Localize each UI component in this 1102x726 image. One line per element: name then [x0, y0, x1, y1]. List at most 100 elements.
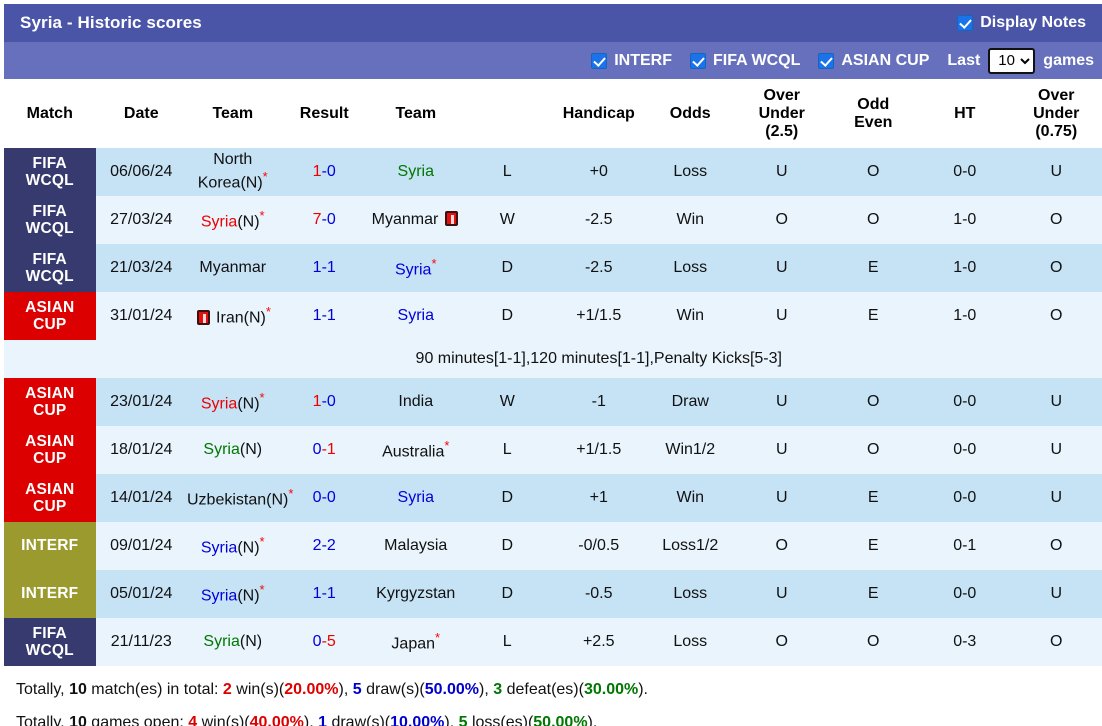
away-team-cell[interactable]: Syria	[370, 148, 462, 196]
home-team-cell[interactable]: Syria(N)*	[187, 196, 279, 244]
table-row[interactable]: INTERF 09/01/24 Syria(N)* 2-2 Malaysia D -0/0.…	[4, 522, 1102, 570]
match-date: 21/11/23	[95, 618, 187, 666]
handicap-value: +0	[553, 148, 645, 196]
away-team-cell[interactable]: India	[370, 378, 462, 426]
result-score[interactable]: 1-1	[278, 244, 370, 292]
interf-checkbox[interactable]	[591, 52, 608, 69]
away-team-cell[interactable]: Australia*	[370, 426, 462, 474]
team-name: Syria	[203, 633, 240, 650]
match-competition-cell[interactable]: ASIAN CUP	[4, 474, 96, 522]
odds-result: Loss	[644, 244, 736, 292]
match-competition-cell[interactable]: FIFA WCQL	[4, 148, 96, 196]
table-row[interactable]: ASIAN CUP 23/01/24 Syria(N)* 1-0 India W -1 Draw…	[4, 378, 1102, 426]
table-row[interactable]: FIFA WCQL 21/11/23 Syria(N) 0-5 Japan* L +2.5 Lo…	[4, 618, 1102, 666]
games-count-select[interactable]: 510152030	[988, 47, 1036, 74]
away-team-cell[interactable]: Myanmar	[370, 196, 462, 244]
team-name: Syria	[200, 213, 238, 231]
home-team-cell[interactable]: Syria(N)*	[187, 570, 279, 618]
home-team-cell[interactable]: Syria(N)*	[187, 522, 279, 570]
home-team-cell[interactable]: Syria(N)	[187, 426, 279, 474]
away-team-cell[interactable]: Kyrgyzstan	[370, 570, 462, 618]
half-time-score: 0-0	[919, 570, 1011, 618]
filter-fifa-wcql[interactable]: FIFA WCQL	[689, 52, 800, 70]
s2-win: 4	[188, 713, 198, 726]
s2-win-pct: 40.00%	[249, 713, 304, 726]
away-team-cell[interactable]: Malaysia	[370, 522, 462, 570]
result-score[interactable]: 0-5	[278, 618, 370, 666]
summary-section: Totally, 10 match(es) in total: 2 win(s)…	[4, 666, 1102, 726]
display-notes-control[interactable]: Display Notes	[957, 14, 1092, 32]
home-team-cell[interactable]: Uzbekistan(N)*	[187, 474, 293, 522]
col-team-home: Team	[187, 80, 279, 148]
match-competition-cell[interactable]: INTERF	[4, 570, 96, 618]
odds-result: Loss	[644, 570, 736, 618]
result-score[interactable]: 1-0	[278, 378, 370, 426]
team-name: Myanmar	[371, 211, 439, 228]
interf-label: INTERF	[614, 51, 672, 69]
last-label: Last	[947, 51, 981, 69]
match-competition-cell[interactable]: FIFA WCQL	[4, 244, 96, 292]
fifa-wcql-checkbox[interactable]	[689, 52, 706, 69]
home-team-cell[interactable]: North Korea(N)*	[187, 148, 279, 196]
result-score[interactable]: 1-0	[278, 148, 370, 196]
result-score[interactable]: 1-1	[278, 570, 370, 618]
over-under-25-value: U	[736, 292, 828, 340]
win-draw-loss: D	[461, 570, 553, 618]
half-time-score: 1-0	[919, 244, 1011, 292]
result-score[interactable]: 1-1	[278, 292, 370, 340]
match-competition-cell[interactable]: INTERF	[4, 522, 96, 570]
table-row[interactable]: INTERF 05/01/24 Syria(N)* 1-1 Kyrgyzstan D -0.…	[4, 570, 1102, 618]
ou25-line3: (2.5)	[765, 122, 799, 140]
competition-line-1: ASIAN	[25, 384, 75, 402]
result-score[interactable]: 0-1	[278, 426, 370, 474]
table-row[interactable]: ASIAN CUP 31/01/24 Iran(N)* 1-1 Syria D +1/1.5…	[4, 292, 1102, 340]
s1-t1: Totally,	[16, 681, 70, 698]
display-notes-checkbox[interactable]	[957, 15, 974, 31]
page-title: Syria - Historic scores	[20, 13, 202, 32]
s2-t5: draw(s)(	[327, 713, 391, 726]
away-team-cell[interactable]: Syria	[370, 292, 462, 340]
team-star-marker: *	[259, 390, 265, 406]
team-name: Syria	[200, 539, 238, 557]
match-competition-cell[interactable]: FIFA WCQL	[4, 618, 96, 666]
score-home: 0	[312, 441, 322, 458]
asian-cup-checkbox[interactable]	[818, 52, 835, 69]
away-team-cell[interactable]: Japan*	[370, 618, 462, 666]
table-row[interactable]: ASIAN CUP 14/01/24 Uzbekistan(N)* 0-0 Syria D +…	[4, 474, 1102, 522]
s2-t8: ).	[587, 713, 598, 726]
score-home: 2	[312, 537, 322, 554]
note-spacer	[4, 340, 96, 378]
table-row[interactable]: FIFA WCQL 27/03/24 Syria(N)* 7-0 Myanmar W -2.…	[4, 196, 1102, 244]
match-competition-cell[interactable]: ASIAN CUP	[4, 378, 96, 426]
competition-line-2: WCQL	[25, 642, 74, 659]
s1-win-pct: 20.00%	[284, 681, 339, 698]
away-team-cell[interactable]: Syria*	[370, 244, 462, 292]
match-note-row: 90 minutes[1-1],120 minutes[1-1],Penalty…	[4, 340, 1102, 378]
match-date: 31/01/24	[95, 292, 187, 340]
table-row[interactable]: ASIAN CUP 18/01/24 Syria(N) 0-1 Australia* L +1…	[4, 426, 1102, 474]
over-under-075-value: O	[1010, 522, 1102, 570]
win-draw-loss: L	[461, 426, 553, 474]
competition-line-2: WCQL	[25, 268, 74, 285]
home-team-cell[interactable]: Myanmar	[187, 244, 279, 292]
score-away: 1	[326, 441, 336, 458]
competition-badge: ASIAN CUP	[4, 292, 96, 340]
home-team-cell[interactable]: Iran(N)*	[187, 292, 279, 340]
away-team-cell[interactable]: Syria	[370, 474, 462, 522]
table-row[interactable]: FIFA WCQL 06/06/24 North Korea(N)* 1-0 Syria L…	[4, 148, 1102, 196]
half-time-score: 0-3	[919, 618, 1011, 666]
filter-asian-cup[interactable]: ASIAN CUP	[818, 52, 929, 70]
match-competition-cell[interactable]: ASIAN CUP	[4, 292, 96, 340]
half-time-score: 1-0	[919, 292, 1011, 340]
match-competition-cell[interactable]: FIFA WCQL	[4, 196, 96, 244]
home-team-cell[interactable]: Syria(N)*	[187, 378, 279, 426]
result-score[interactable]: 2-2	[278, 522, 370, 570]
home-team-cell[interactable]: Syria(N)	[187, 618, 279, 666]
match-competition-cell[interactable]: ASIAN CUP	[4, 426, 96, 474]
table-row[interactable]: FIFA WCQL 21/03/24 Myanmar 1-1 Syria* D -2.5 Los…	[4, 244, 1102, 292]
result-score[interactable]: 7-0	[278, 196, 370, 244]
odd-even-value: E	[827, 292, 919, 340]
competition-line-2: CUP	[33, 402, 67, 419]
competition-line-1: INTERF	[21, 537, 79, 555]
filter-interf[interactable]: INTERF	[591, 52, 672, 70]
